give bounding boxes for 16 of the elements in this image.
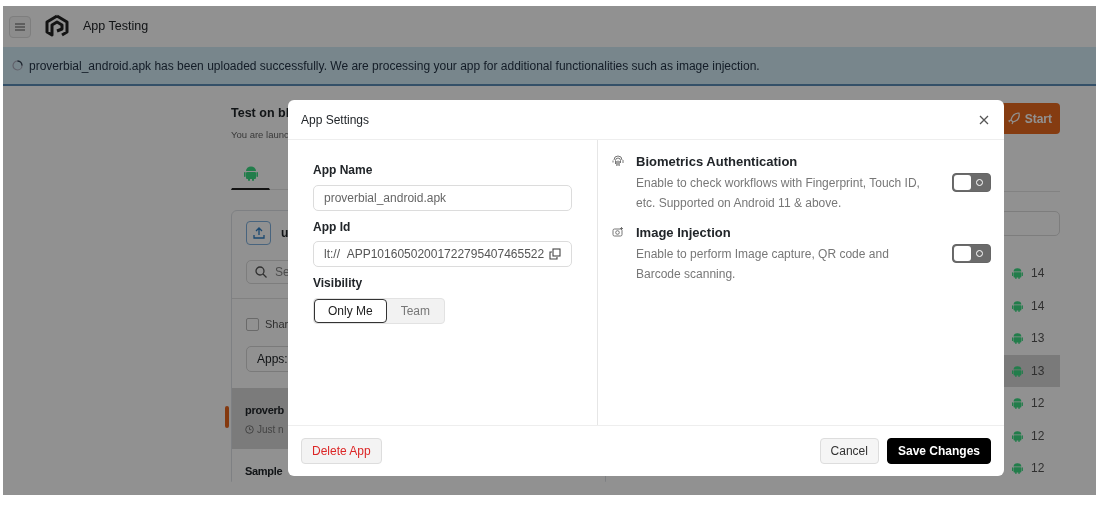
checkbox-label: Shar — [265, 316, 289, 332]
feature-title: Biometrics Authentication — [636, 154, 799, 170]
app-title: App Testing — [83, 18, 149, 36]
field-label: Visibility — [313, 275, 364, 291]
feature-description: Enable to check workflows with Fingerprint, Touch ID, etc. Supported on Android 11 & above. — [636, 175, 921, 212]
alert-message: proverbial_android.apk has been uploaded successfully. We are processing your app for additional functionalities such as image injection. — [29, 57, 760, 75]
feature-description: Enable to perform Image capture, QR code and Barcode scanning. — [636, 246, 890, 283]
field-label: App Id — [313, 219, 352, 235]
feature-title: Image Injection — [636, 225, 732, 241]
page-subtitle: You are launc — [231, 129, 290, 141]
app-name: Sample — [245, 464, 284, 479]
dialog-title: App Settings — [301, 111, 370, 129]
upload-label: u — [281, 225, 289, 242]
field-label: App Name — [313, 162, 374, 178]
app-name: proverb — [245, 403, 285, 418]
app-id-field: lt:// APP10160502001722795407465522 — [313, 241, 572, 267]
